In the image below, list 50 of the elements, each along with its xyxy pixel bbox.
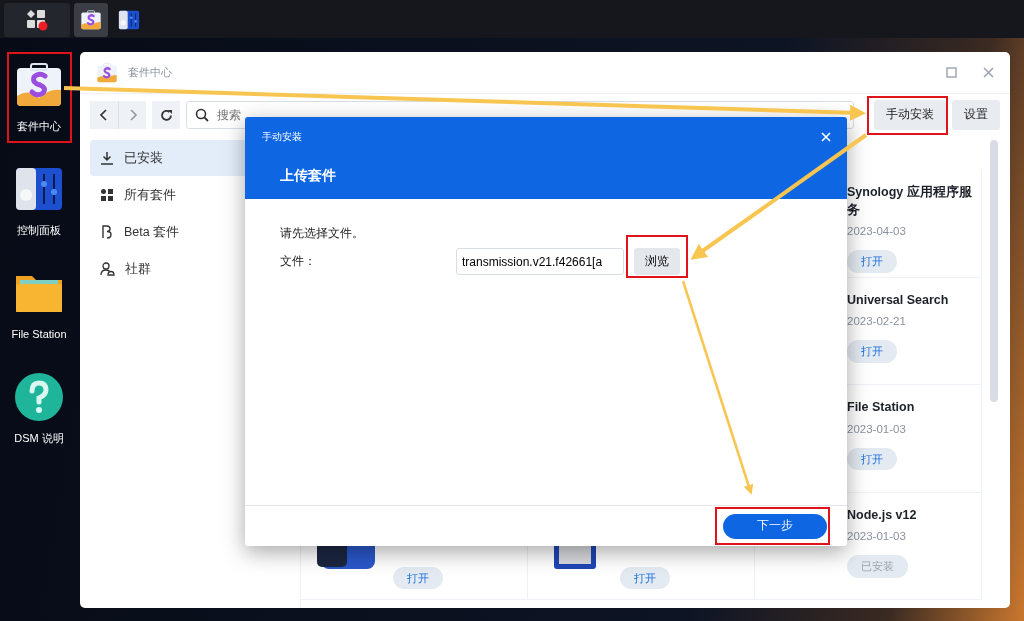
sliders-icon [118,9,140,31]
next-button[interactable]: 下一步 [723,513,827,539]
desktop-shortcut[interactable]: DSM 说明 [0,360,78,458]
shopping-bag-icon [96,61,118,84]
desktop-shortcut[interactable]: File Station [0,256,78,354]
package-date: 2023-01-03 [847,529,906,544]
chevron-right-icon [128,109,137,121]
close-icon [821,131,831,142]
instruction-text: 请先选择文件。 [280,226,365,241]
back-button[interactable] [90,101,118,129]
main-menu-button[interactable] [4,3,70,37]
dialog-heading: 上传套件 [280,166,337,185]
package-date: 2023-02-21 [847,314,906,329]
sidebar-item[interactable]: Beta 套件 [90,214,280,250]
scrollbar[interactable] [990,140,998,402]
window-title: 套件中心 [128,65,172,81]
chevron-left-icon [100,109,108,121]
search-icon [195,108,209,122]
sidebar-item[interactable]: 所有套件 [90,177,280,213]
open-button[interactable]: 打开 [847,340,897,363]
manual-install-button[interactable]: 手动安装 [874,100,946,130]
package-date: 2023-04-03 [847,224,906,239]
beta-icon [100,225,114,239]
package-title: File Station [847,399,915,416]
highlight-frame [626,235,688,278]
desktop-shortcut[interactable]: 控制面板 [0,152,78,250]
open-button[interactable]: 打开 [620,566,670,589]
download-icon [100,151,114,165]
shopping-bag-icon [80,9,102,31]
package-title: Node.js v12 [847,506,917,524]
open-button[interactable]: 打开 [847,447,897,471]
open-button[interactable]: 打开 [393,566,443,589]
apps-icon [26,9,48,31]
refresh-button[interactable] [152,101,180,129]
close-icon[interactable] [983,67,994,78]
grid-icon [100,188,114,202]
package-title: Synology 应用程序服务 [847,184,972,219]
file-field[interactable]: transmission.v21.f42661[a [456,248,624,276]
browse-button[interactable]: 浏览 [634,248,680,276]
sidebar-item[interactable]: 社群 [90,251,280,287]
package-date: 2023-01-03 [847,421,906,437]
open-button[interactable]: 打开 [847,250,897,273]
taskbar-app[interactable] [74,3,108,37]
settings-button[interactable]: 设置 [952,100,1000,130]
question-mark-icon [14,372,64,422]
refresh-icon [159,108,173,122]
package-title: Universal Search [847,291,949,309]
people-icon [100,262,115,276]
field-label: 文件： [280,254,317,270]
desktop-shortcut[interactable]: 套件中心 [0,48,78,146]
